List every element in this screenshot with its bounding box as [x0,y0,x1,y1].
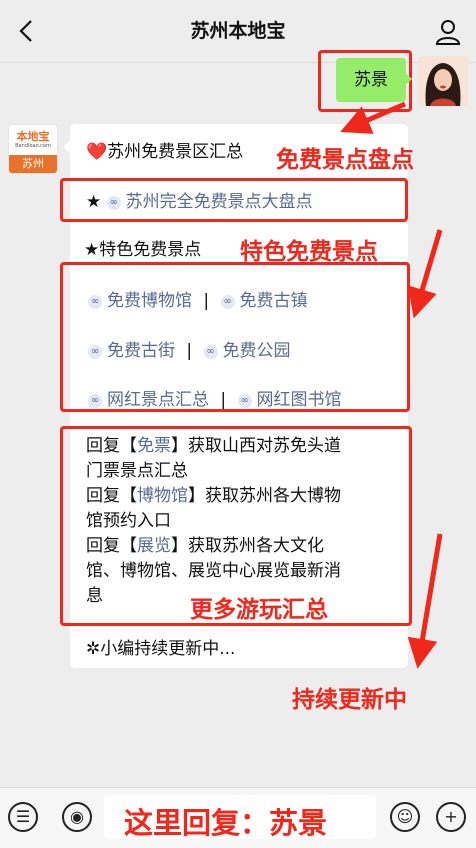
arrow-to-links [407,229,443,319]
menu-icon[interactable]: ☰ [8,802,38,832]
arrow-to-free-spots [340,101,406,134]
annotation-arrows [340,101,443,669]
voice-icon[interactable]: ◉ [62,802,92,832]
annotation-updating: 持续更新中 [292,687,407,713]
plus-icon[interactable]: + [436,802,466,832]
annotation-reply-here: 这里回复：苏景 [124,806,328,840]
emoji-icon[interactable]: ☺ [390,802,420,832]
arrow-to-updating [407,533,443,669]
